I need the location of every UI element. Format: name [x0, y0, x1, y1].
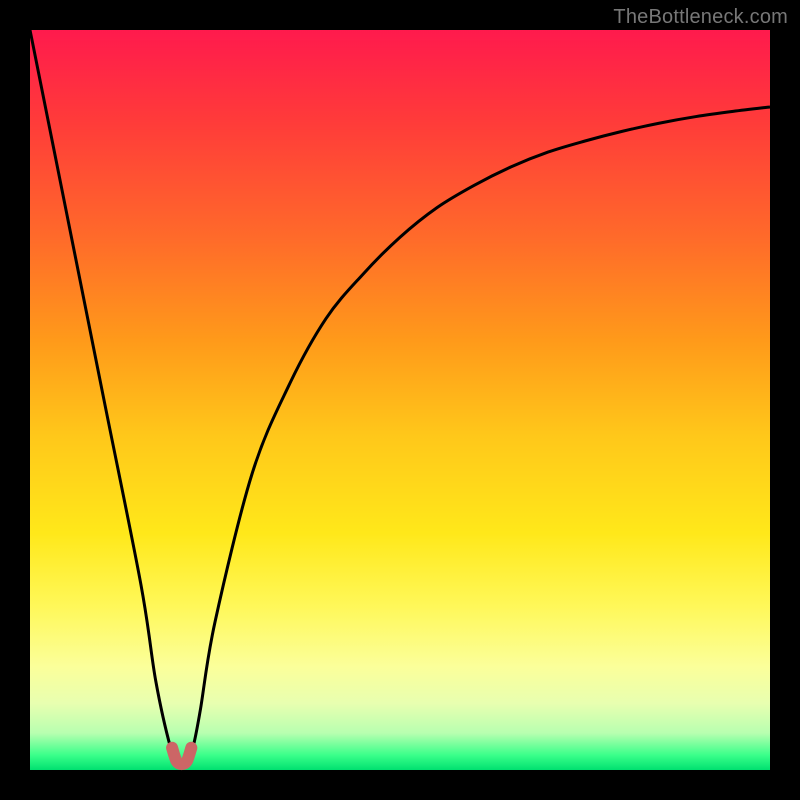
bottleneck-curve-path [30, 30, 770, 764]
chart-frame: TheBottleneck.com [0, 0, 800, 800]
bottom-tail-path [172, 748, 191, 764]
plot-area [30, 30, 770, 770]
watermark-text: TheBottleneck.com [613, 6, 788, 29]
curve-svg [30, 30, 770, 770]
